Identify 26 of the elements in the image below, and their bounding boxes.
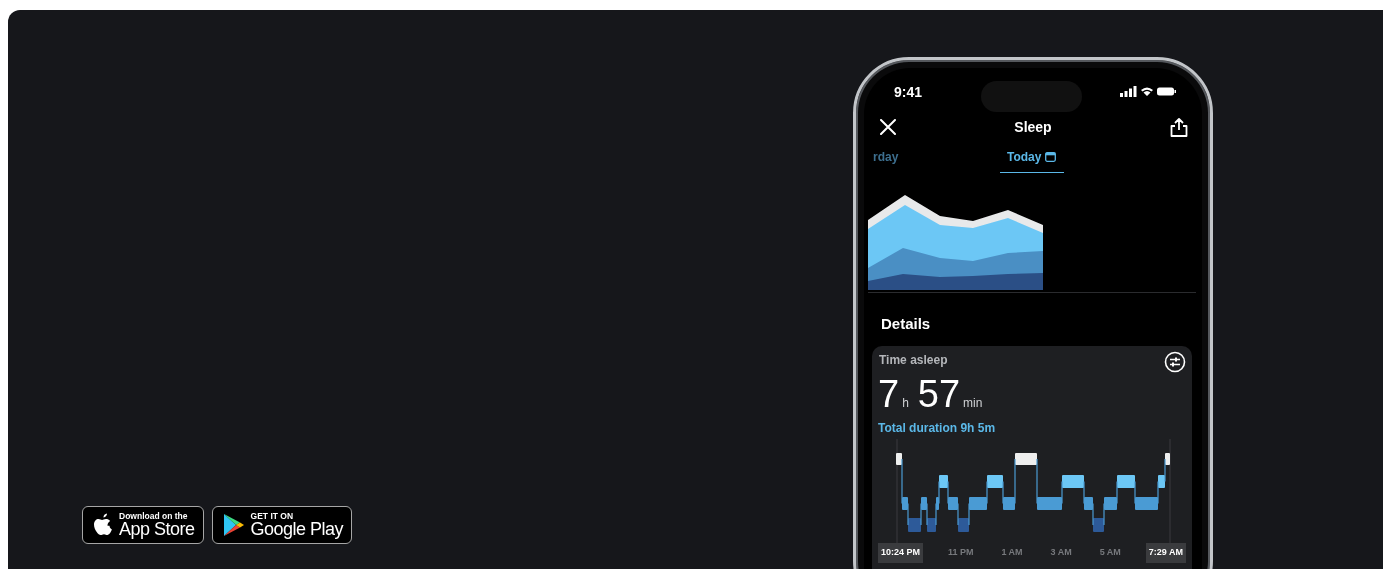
google-play-badge[interactable]: GET IT ON Google Play [211,506,353,544]
axis-label: 5 AM [1098,546,1122,559]
hours-unit: h [902,395,909,412]
share-icon[interactable] [1170,117,1188,137]
hours-value: 7 [878,375,900,413]
axis-label: 11 PM [946,546,975,559]
date-tab[interactable]: rday [873,148,899,172]
play-icon [222,513,245,537]
status-time: 9:41 [894,83,923,102]
card-title: Time asleep [879,352,948,369]
minutes-unit: min [963,395,983,412]
axis-label: 1 AM [1000,546,1024,559]
app-store-badge[interactable]: Download on the App Store [82,506,204,544]
axis-label: 7:29 AM [1145,543,1186,563]
calendar-icon [1045,152,1057,162]
axis-label: 10:24 PM [878,543,924,563]
filter-icon[interactable] [1164,351,1186,373]
axis-label: 3 AM [1049,546,1073,559]
minutes-value: 57 [917,375,961,413]
apple-icon [93,513,113,537]
total-duration: Total duration 9h 5m [878,420,997,437]
date-tab[interactable]: Today [1000,148,1065,173]
screen-title: Sleep [1014,117,1052,137]
status-icons [1120,86,1176,98]
close-icon[interactable] [880,119,896,135]
section-title: Details [880,314,932,334]
